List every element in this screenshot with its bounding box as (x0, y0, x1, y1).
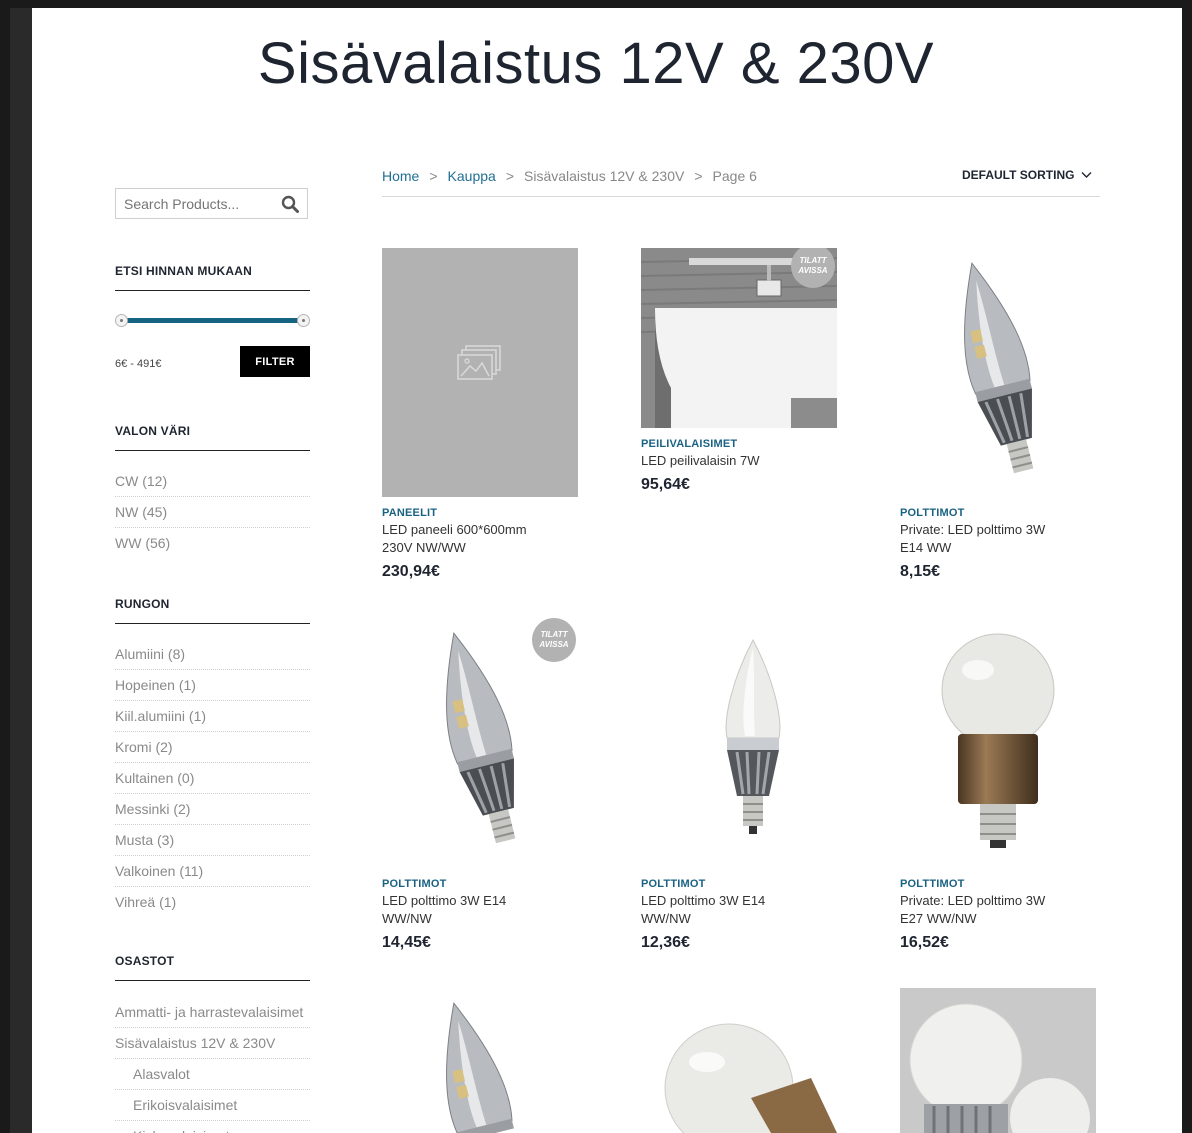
candle-bulb-photo (446, 1002, 514, 1133)
body-filter-list: Alumiini (8) Hopeinen (1) Kiil.alumiini … (115, 639, 310, 918)
color-filter-list: CW (12) NW (45) WW (56) (115, 466, 310, 559)
product-name[interactable]: LED polttimo 3W E14 WW/NW (382, 892, 552, 928)
product-card[interactable]: TILATT AVISSA POLTTIMOT LED polttimo 3W … (382, 618, 578, 952)
candle-bulb-photo (964, 262, 1034, 474)
page-content: Sisävalaistus 12V & 230V ETSI HINNAN MUK… (32, 8, 1160, 1133)
product-image[interactable] (641, 618, 837, 868)
search-box (115, 188, 308, 219)
product-image[interactable] (900, 248, 1096, 497)
product-name[interactable]: Private: LED polttimo 3W E14 WW (900, 521, 1070, 557)
breadcrumb-shop-link[interactable]: Kauppa (448, 168, 496, 184)
department-item[interactable]: Sisävalaistus 12V & 230V (115, 1028, 310, 1059)
filter-button[interactable]: FILTER (240, 346, 310, 377)
body-filter-item[interactable]: Kromi (2) (115, 732, 310, 763)
product-card[interactable] (900, 988, 1096, 1133)
price-slider-max-handle[interactable] (297, 314, 310, 327)
body-filter-title: RUNGON (115, 597, 310, 624)
breadcrumb-home-link[interactable]: Home (382, 168, 419, 184)
frosted-candle-bulb-photo (725, 638, 781, 834)
globe-bulb-photo (664, 1023, 837, 1133)
sorting-dropdown[interactable]: DEFAULT SORTING (962, 168, 1092, 182)
globe-bulbs-photo (900, 988, 1096, 1133)
globe-bulb-photo (941, 633, 1055, 848)
body-filter-item[interactable]: Kultainen (0) (115, 763, 310, 794)
product-category[interactable]: PEILIVALAISIMET (641, 438, 837, 450)
page-title: Sisävalaistus 12V & 230V (257, 31, 935, 96)
product-card[interactable]: POLTTIMOT Private: LED polttimo 3W E27 W… (900, 618, 1096, 952)
breadcrumb-category: Sisävalaistus 12V & 230V (524, 168, 685, 184)
product-price: 8,15€ (900, 563, 941, 580)
color-filter-title: VALON VÄRI (115, 424, 310, 451)
price-slider-track (122, 318, 303, 323)
product-price: 16,52€ (900, 934, 949, 951)
breadcrumb-separator: > (505, 168, 515, 184)
product-price: 230,94€ (382, 563, 440, 580)
product-image[interactable] (382, 988, 578, 1133)
body-filter-item[interactable]: Hopeinen (1) (115, 670, 310, 701)
product-image[interactable] (382, 248, 578, 497)
product-image[interactable] (900, 988, 1096, 1133)
department-subitem[interactable]: Alasvalot (115, 1059, 310, 1090)
breadcrumb: Home > Kauppa > Sisävalaistus 12V & 230V > Pag… (382, 168, 757, 184)
color-filter-item[interactable]: WW (56) (115, 528, 310, 559)
product-name[interactable]: LED paneeli 600*600mm 230V NW/WW (382, 521, 552, 557)
body-filter-item[interactable]: Vihreä (1) (115, 887, 310, 918)
product-price: 12,36€ (641, 934, 690, 951)
search-input[interactable] (124, 195, 274, 213)
product-card[interactable]: TILATT AVISSA PEILIVALAISIMET LED peiliv… (641, 248, 837, 494)
price-filter-title: ETSI HINNAN MUKAAN (115, 264, 310, 291)
placeholder-image-icon (457, 345, 501, 380)
color-filter-item[interactable]: CW (12) (115, 466, 310, 497)
breadcrumb-separator: > (694, 168, 703, 184)
product-name[interactable]: LED peilivalaisin 7W (641, 452, 811, 470)
product-image[interactable] (641, 988, 837, 1133)
price-slider[interactable] (115, 314, 310, 328)
departments-list: Ammatti- ja harrastevalaisimet Sisävalai… (115, 997, 310, 1133)
department-subitem[interactable]: Erikoisvalaisimet (115, 1090, 310, 1121)
product-name[interactable]: Private: LED polttimo 3W E27 WW/NW (900, 892, 1070, 928)
breadcrumb-separator: > (429, 168, 438, 184)
product-name[interactable]: LED polttimo 3W E14 WW/NW (641, 892, 811, 928)
body-filter-item[interactable]: Alumiini (8) (115, 639, 310, 670)
color-filter-item[interactable]: NW (45) (115, 497, 310, 528)
product-category[interactable]: PANEELIT (382, 507, 578, 519)
chevron-down-icon (1081, 172, 1092, 178)
product-category[interactable]: POLTTIMOT (900, 878, 1096, 890)
product-category[interactable]: POLTTIMOT (641, 878, 837, 890)
product-card[interactable]: PANEELIT LED paneeli 600*600mm 230V NW/W… (382, 248, 578, 581)
product-image[interactable]: TILATT AVISSA (641, 248, 837, 428)
product-price: 95,64€ (641, 476, 690, 493)
search-icon[interactable] (281, 195, 299, 213)
sorting-label: DEFAULT SORTING (962, 168, 1075, 182)
product-image[interactable] (900, 618, 1096, 868)
body-filter-item[interactable]: Valkoinen (11) (115, 856, 310, 887)
product-card[interactable] (382, 988, 578, 1133)
body-filter-item[interactable]: Musta (3) (115, 825, 310, 856)
product-card[interactable]: POLTTIMOT LED polttimo 3W E14 WW/NW 12,3… (641, 618, 837, 952)
price-slider-min-handle[interactable] (115, 314, 128, 327)
page-frame: Sisävalaistus 12V & 230V ETSI HINNAN MUK… (10, 8, 1182, 1133)
product-category[interactable]: POLTTIMOT (900, 507, 1096, 519)
product-image[interactable]: TILATT AVISSA (382, 618, 578, 868)
product-category[interactable]: POLTTIMOT (382, 878, 578, 890)
department-subitem[interactable]: Kiskovalaisimet (115, 1121, 310, 1133)
departments-title: OSASTOT (115, 954, 310, 981)
product-price: 14,45€ (382, 934, 431, 951)
body-filter-item[interactable]: Kiil.alumiini (1) (115, 701, 310, 732)
department-item[interactable]: Ammatti- ja harrastevalaisimet (115, 997, 310, 1028)
product-card[interactable] (641, 988, 837, 1133)
price-range-text: 6€ - 491€ (115, 358, 162, 370)
breadcrumb-page: Page 6 (712, 168, 757, 184)
body-filter-item[interactable]: Messinki (2) (115, 794, 310, 825)
backorder-badge: TILATT AVISSA (532, 618, 576, 662)
breadcrumb-divider (382, 196, 1100, 197)
product-card[interactable]: POLTTIMOT Private: LED polttimo 3W E14 W… (900, 248, 1096, 581)
